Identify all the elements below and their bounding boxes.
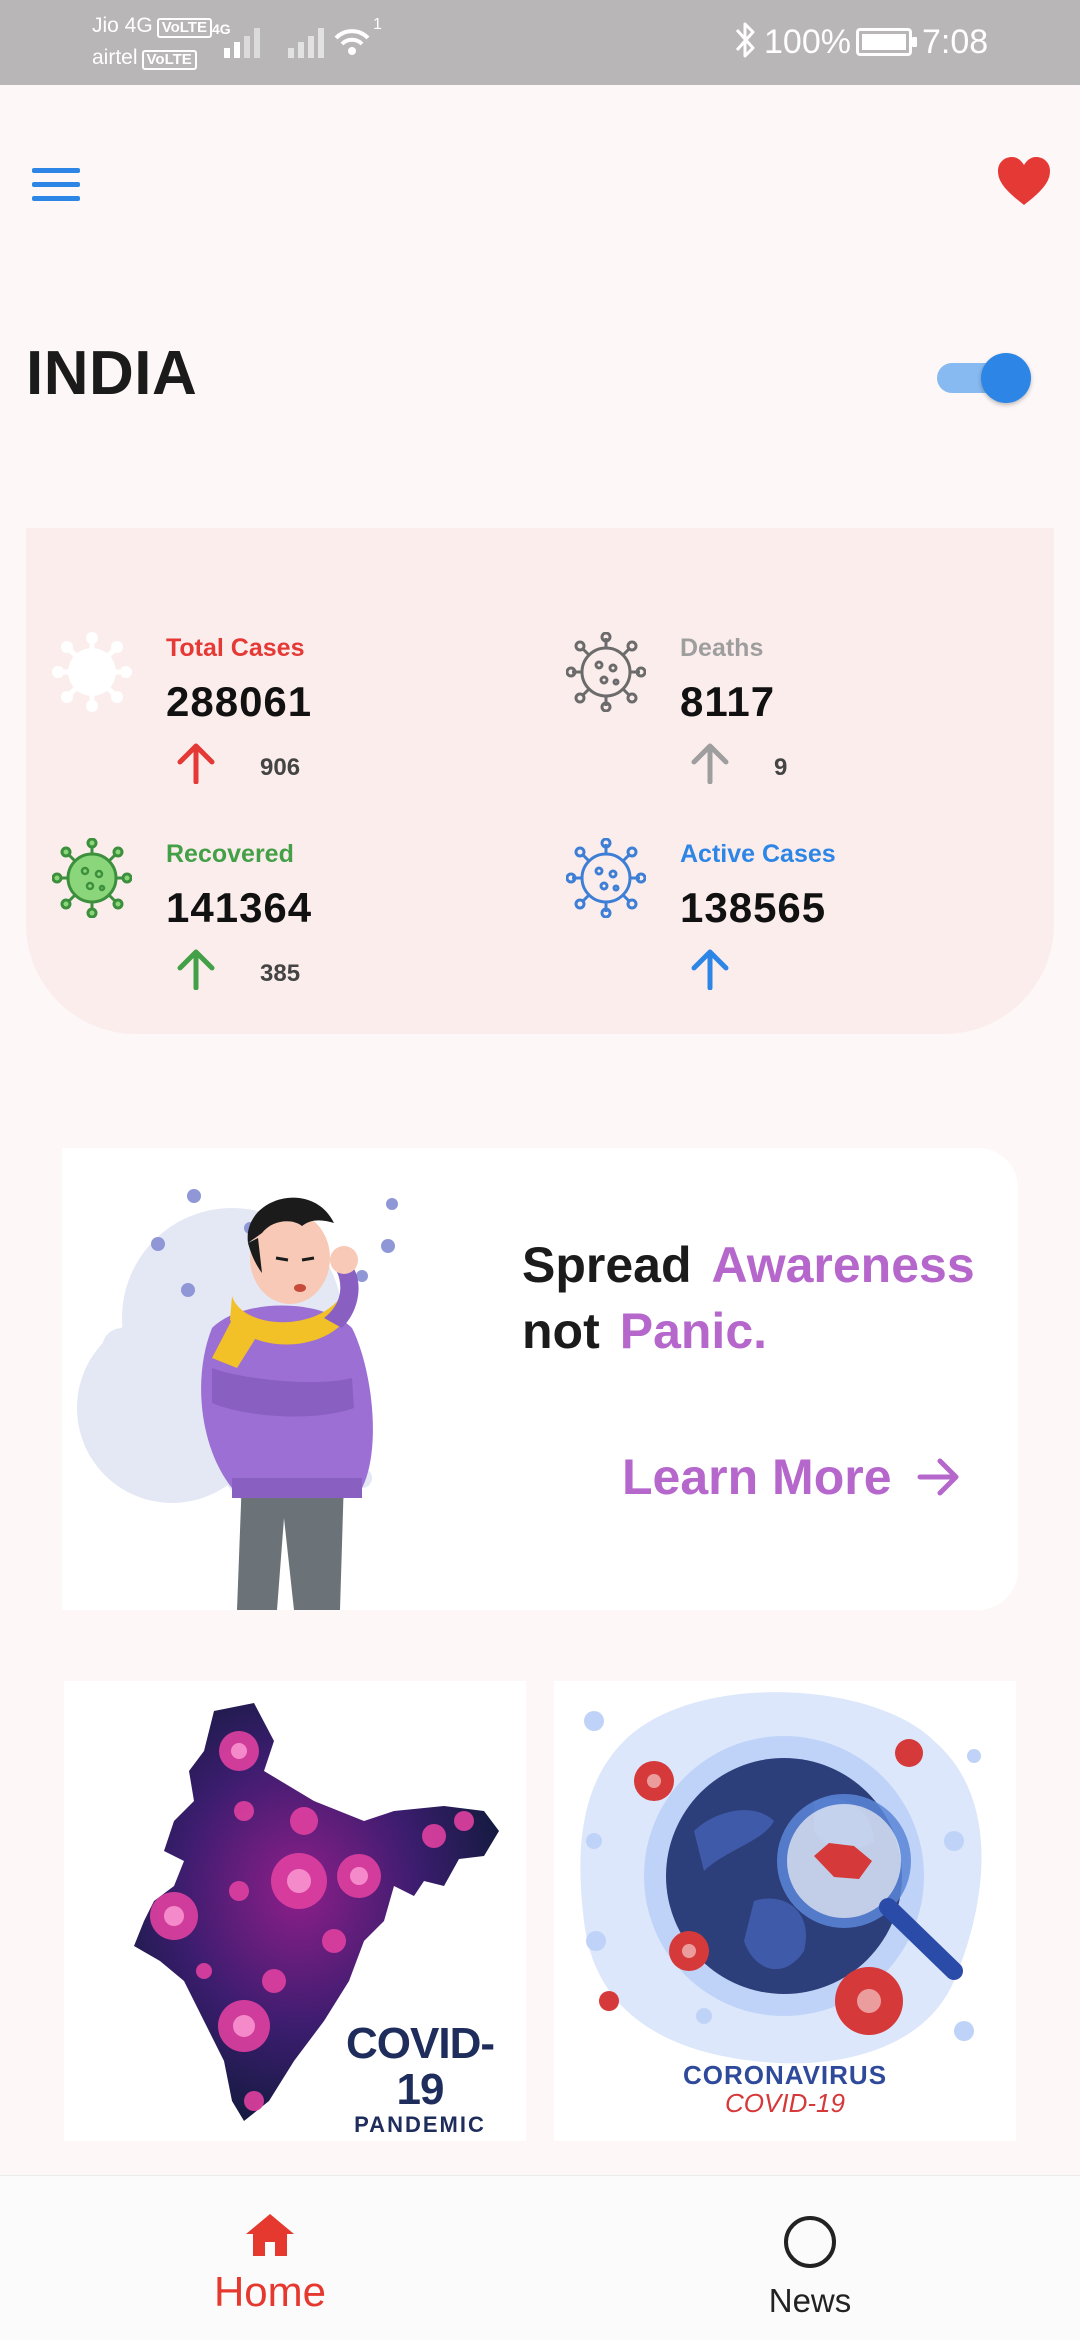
covid-pandemic-tile[interactable]: COVID-19 PANDEMIC <box>64 1681 526 2141</box>
recovered-value: 141364 <box>166 884 313 931</box>
banner-slogan: Spread Awareness not Panic. <box>522 1232 975 1364</box>
recovered-label: Recovered <box>166 840 294 868</box>
heart-icon[interactable] <box>996 155 1052 207</box>
volte-badge: VoLTE <box>156 18 212 38</box>
signal-strength-icon <box>288 24 334 58</box>
learn-more-label: Learn More <box>622 1449 892 1505</box>
nav-home[interactable]: Home <box>0 2176 540 2340</box>
deaths-value: 8117 <box>680 678 776 725</box>
bottom-navigation: Home News <box>0 2175 1080 2340</box>
stats-card: Total Cases 288061 906 Deaths 8117 9 Rec… <box>26 528 1054 1034</box>
sick-person-illustration <box>77 1189 398 1610</box>
arrow-right-icon <box>917 1458 959 1496</box>
slogan-line-2: not Panic. <box>522 1298 975 1364</box>
slogan-word-not: not <box>522 1303 600 1359</box>
pandemic-subtitle: PANDEMIC <box>354 2112 486 2137</box>
recovered-delta: 385 <box>260 960 301 987</box>
arrow-up-blue-icon <box>691 949 729 990</box>
active-cases-value: 138565 <box>680 884 827 931</box>
slogan-line-1: Spread Awareness <box>522 1232 975 1298</box>
learn-more-button[interactable]: Learn More <box>622 1448 962 1506</box>
news-circle-icon <box>784 2216 836 2268</box>
bluetooth-icon <box>735 22 755 58</box>
home-icon <box>246 2214 294 2256</box>
volte-badge: VoLTE <box>141 50 197 70</box>
country-title: INDIA <box>26 339 198 408</box>
wifi-icon <box>334 29 370 55</box>
country-toggle[interactable] <box>937 353 1031 403</box>
stat-deaths: Deaths 8117 9 <box>566 632 1046 812</box>
clock: 7:08 <box>922 23 989 61</box>
status-bar: Jio 4G VoLTE airtel VoLTE 4G 1 100% 7:08 <box>0 0 1080 85</box>
coronavirus-title: CORONAVIRUS <box>682 2060 888 2090</box>
stat-total-cases: Total Cases 288061 906 <box>52 632 532 812</box>
virus-outline-blue-icon <box>566 838 646 918</box>
signal-strength-icon <box>218 24 264 58</box>
carrier-jio: Jio 4G VoLTE <box>92 14 212 38</box>
total-cases-delta: 906 <box>260 754 301 781</box>
carrier-airtel: airtel VoLTE <box>92 46 197 70</box>
deaths-label: Deaths <box>680 634 764 662</box>
nav-news[interactable]: News <box>540 2176 1080 2340</box>
slogan-word-panic: Panic. <box>619 1303 768 1359</box>
toggle-thumb <box>981 353 1031 403</box>
awareness-banner[interactable]: Spread Awareness not Panic. Learn More <box>62 1148 1018 1610</box>
arrow-up-green-icon <box>177 949 215 990</box>
virus-green-icon <box>52 838 132 918</box>
hamburger-line <box>32 196 80 201</box>
menu-button[interactable] <box>32 168 80 202</box>
arrow-up-red-icon <box>177 743 215 784</box>
deaths-delta: 9 <box>774 754 788 781</box>
covid-pandemic-caption: COVID-19 PANDEMIC <box>330 2021 510 2137</box>
carrier-airtel-label: airtel <box>92 46 138 69</box>
covid-title: COVID-19 <box>346 2019 495 2114</box>
battery-icon <box>856 28 917 56</box>
stat-recovered: Recovered 141364 385 <box>52 838 532 1018</box>
slogan-word-awareness: Awareness <box>711 1237 975 1293</box>
arrow-up-gray-icon <box>691 743 729 784</box>
slogan-word-spread: Spread <box>522 1237 692 1293</box>
total-cases-value: 288061 <box>166 678 313 725</box>
battery-percent: 100% <box>764 23 851 61</box>
carrier-jio-label: Jio 4G <box>92 14 153 37</box>
coronavirus-caption: CORONAVIRUS COVID-19 <box>554 2061 1016 2117</box>
nav-home-label: Home <box>213 2268 327 2315</box>
total-cases-label: Total Cases <box>166 634 305 662</box>
virus-outline-gray-icon <box>566 632 646 712</box>
coronavirus-tile[interactable]: CORONAVIRUS COVID-19 <box>554 1681 1016 2141</box>
covid19-subtitle: COVID-19 <box>725 2088 845 2118</box>
virus-white-icon <box>52 632 132 712</box>
hamburger-line <box>32 182 80 187</box>
hamburger-menu-icon <box>32 168 80 173</box>
active-cases-label: Active Cases <box>680 840 836 868</box>
stat-active-cases: Active Cases 138565 <box>566 838 1046 1018</box>
nav-news-label: News <box>768 2282 852 2319</box>
wifi-badge: 1 <box>373 16 382 33</box>
